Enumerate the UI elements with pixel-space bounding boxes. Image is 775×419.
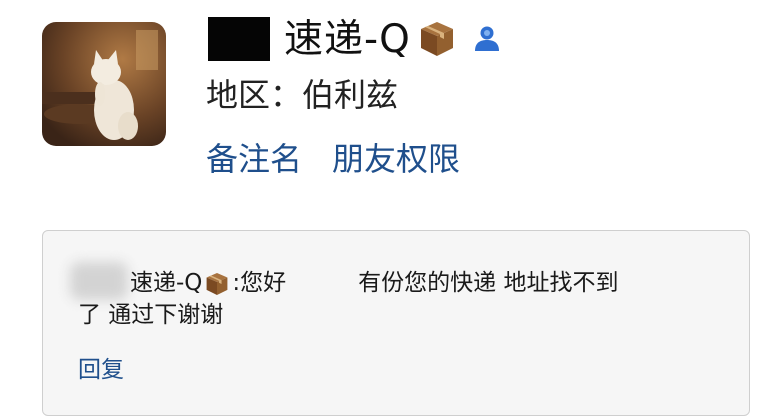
friend-permissions-link[interactable]: 朋友权限 [332, 141, 460, 177]
blurred-sender-avatar [70, 262, 128, 300]
redacted-name-block [208, 17, 270, 61]
region-info: 地区：伯利兹 [206, 76, 399, 114]
message-text-part1: 有份您的快递 地址找不到 [358, 270, 619, 296]
message-greeting: 您好 [240, 270, 287, 296]
avatar[interactable] [42, 22, 166, 146]
reply-link[interactable]: 回复 [78, 357, 124, 385]
message-colon: : [232, 270, 241, 296]
message-line-1: 速递-Q : 您好 有份您的快递 地址找不到 [130, 270, 618, 298]
region-label: 地区： [206, 76, 303, 114]
profile-actions: 备注名 朋友权限 [206, 141, 460, 177]
region-value: 伯利兹 [302, 76, 399, 114]
message-sender: 速递-Q [130, 270, 203, 296]
remark-name-link[interactable]: 备注名 [206, 141, 302, 177]
cat-photo [42, 22, 166, 146]
package-icon [417, 19, 457, 59]
message-line-2: 了 通过下谢谢 [78, 302, 224, 328]
contact-name-row: 速递-Q [208, 10, 501, 68]
contact-name: 速递-Q [284, 16, 411, 62]
package-icon-small [204, 271, 230, 297]
verified-user-icon[interactable] [473, 25, 501, 53]
contact-profile-page: 速递-Q 地区：伯利兹 备注名 朋友权限 速递-Q: 您好 有份您的快递 地址… [0, 0, 775, 419]
